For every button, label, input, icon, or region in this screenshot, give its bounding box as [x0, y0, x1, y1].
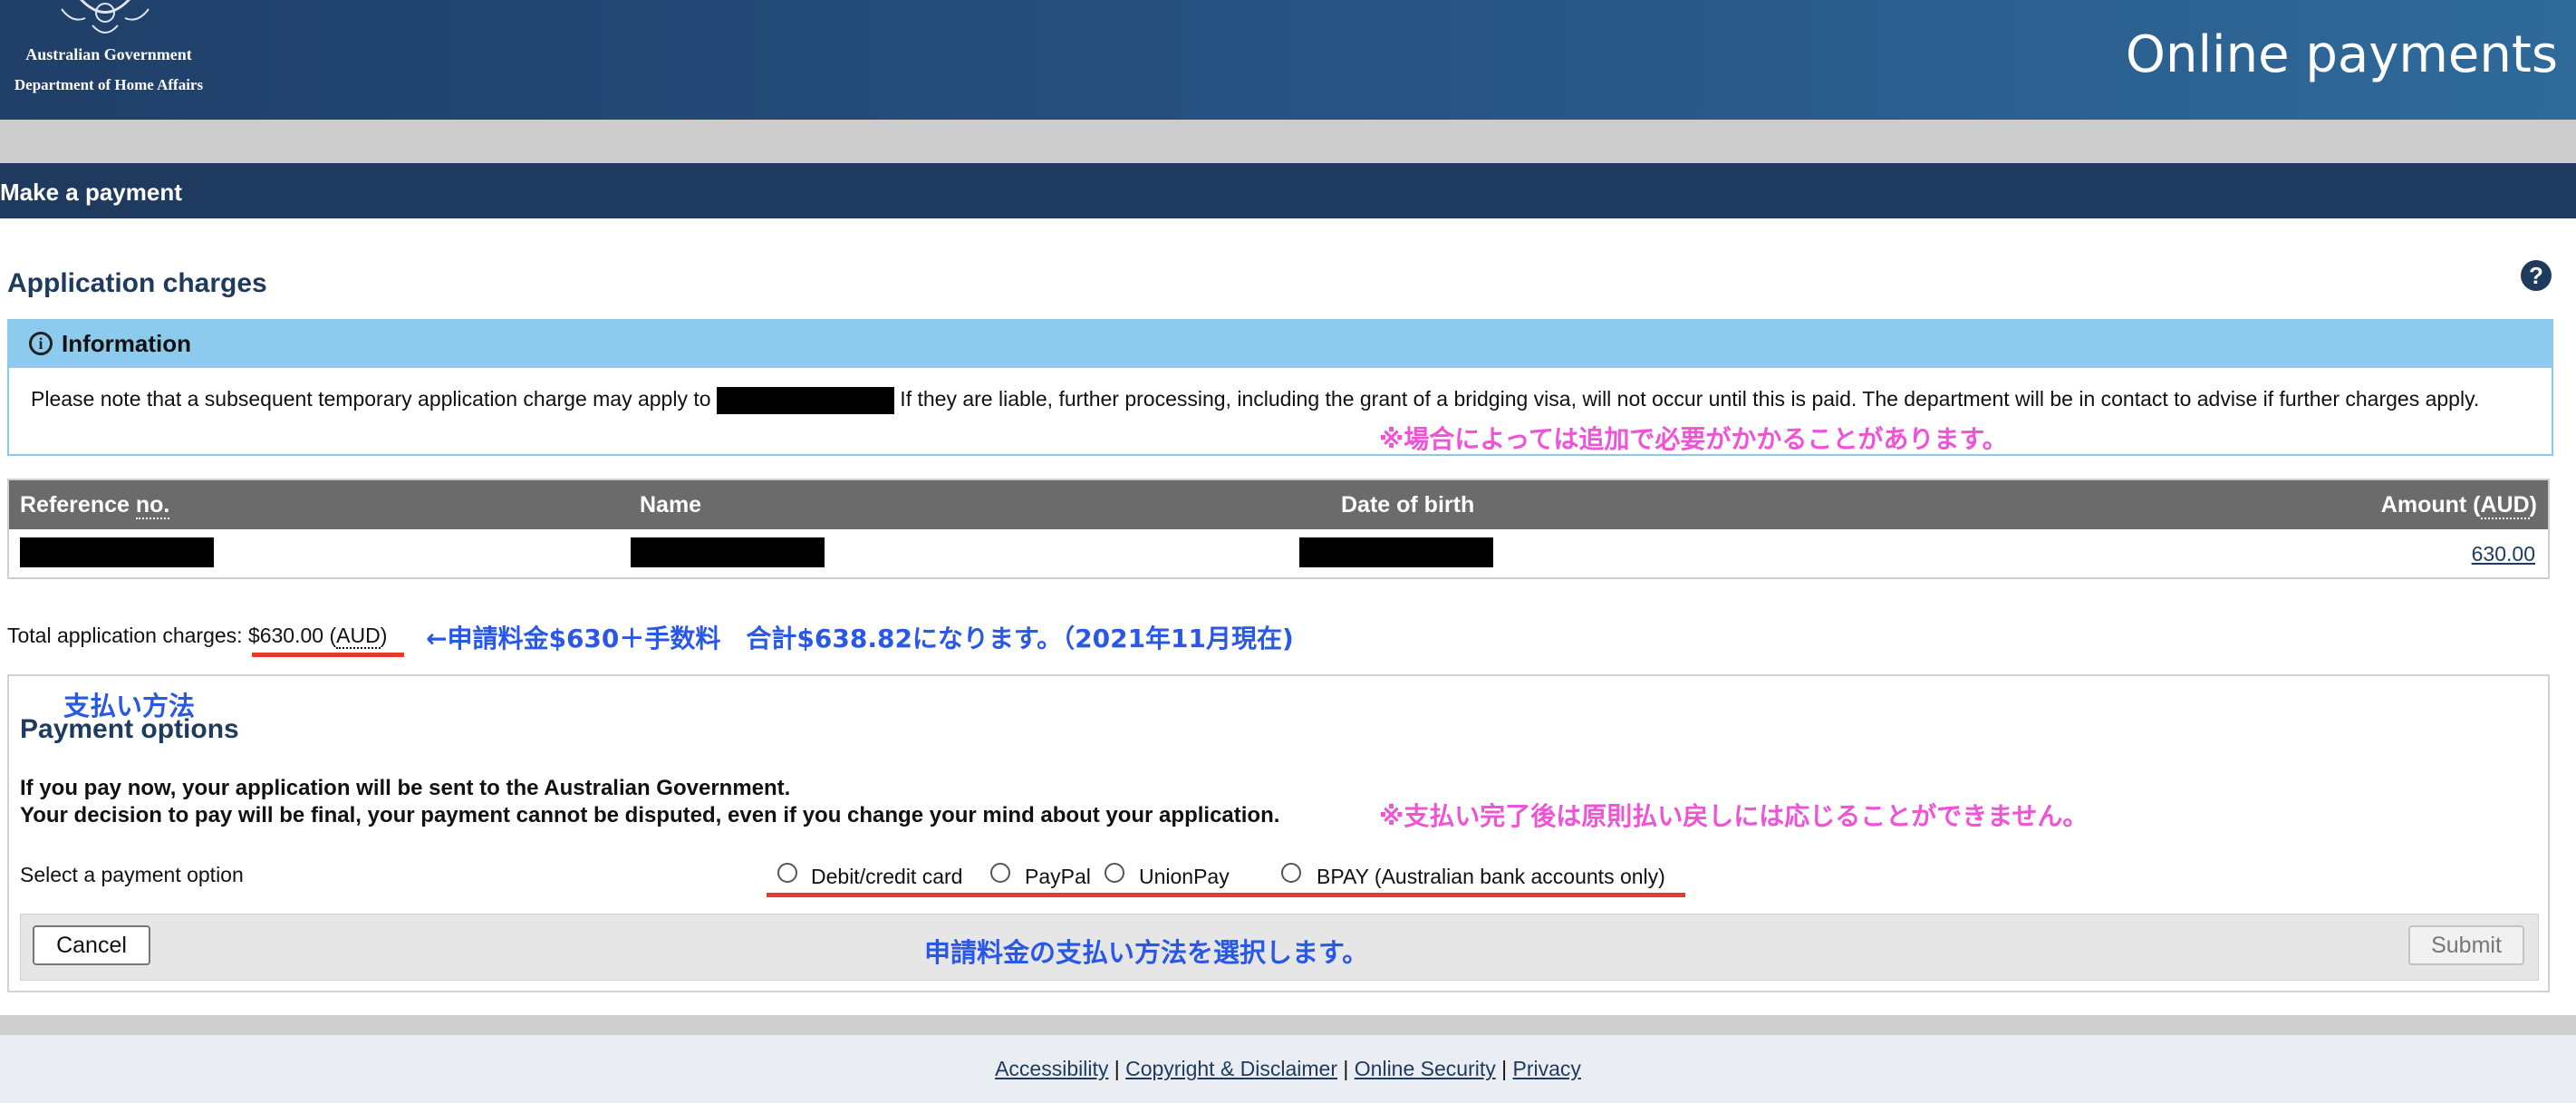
label-unionpay[interactable]: UnionPay — [1139, 865, 1230, 889]
redacted-name — [716, 386, 894, 414]
extra-charge-annotation: ※場合によっては追加で必要がかかることがあります。 — [1379, 424, 2008, 454]
redacted-reference — [20, 537, 214, 567]
payment-warning-1: If you pay now, your application will be… — [20, 776, 791, 800]
amount-link[interactable]: 630.00 — [2472, 542, 2535, 566]
page-title-bar: Make a payment — [0, 163, 2576, 218]
redacted-dob — [1299, 537, 1493, 567]
label-debit-credit-card[interactable]: Debit/credit card — [811, 865, 962, 889]
footer-link-privacy[interactable]: Privacy — [1513, 1057, 1581, 1080]
footer-separator: | — [1501, 1057, 1508, 1080]
payment-warning-2: Your decision to pay will be final, your… — [20, 803, 1280, 827]
footer-separator: | — [1114, 1057, 1120, 1080]
radio-debit-credit-card[interactable] — [777, 863, 797, 883]
footer-link-accessibility[interactable]: Accessibility — [995, 1057, 1108, 1080]
site-footer: Accessibility | Copyright & Disclaimer |… — [0, 1035, 2576, 1103]
department-name: Department of Home Affairs — [14, 76, 204, 93]
column-reference: Reference no. — [20, 492, 170, 519]
header-divider — [0, 120, 2576, 163]
column-amount: Amount (AUD) — [2380, 492, 2537, 519]
total-charges: Total application charges: $630.00 (AUD) — [7, 624, 388, 649]
question-mark-icon[interactable]: ? — [2521, 260, 2552, 291]
total-underline — [252, 653, 404, 657]
total-label-text: Total application charges: — [7, 624, 248, 647]
column-date-of-birth: Date of birth — [1341, 492, 1475, 518]
redacted-name-cell — [631, 537, 825, 567]
page-title: Make a payment — [0, 179, 182, 206]
info-icon: i — [29, 332, 53, 355]
charges-table: Reference no. Name Date of birth Amount … — [7, 479, 2550, 579]
information-panel: i Information Please note that a subsequ… — [7, 319, 2553, 456]
footer-divider — [0, 1015, 2576, 1035]
total-annotation: ←申請料金$630＋手数料 合計$638.82になります。（2021年11月現在… — [426, 624, 1294, 653]
footer-links: Accessibility | Copyright & Disclaimer |… — [0, 1057, 2576, 1081]
select-payment-label: Select a payment option — [20, 863, 244, 886]
application-charges-title: Application charges — [7, 268, 267, 298]
site-title: Online payments — [2125, 25, 2558, 84]
footer-link-online-security[interactable]: Online Security — [1355, 1057, 1496, 1080]
footer-link-copyright[interactable]: Copyright & Disclaimer — [1125, 1057, 1337, 1080]
payment-options-title: Payment options — [20, 714, 239, 744]
cancel-button[interactable]: Cancel — [33, 925, 150, 965]
select-method-annotation: 申請料金の支払い方法を選択します。 — [924, 937, 1369, 968]
info-text-after: If they are liable, further processing, … — [893, 387, 2480, 411]
information-text: Please note that a subsequent temporary … — [31, 386, 2513, 414]
info-text-before: Please note that a subsequent temporary … — [31, 387, 711, 411]
coat-of-arms-logo — [61, 0, 150, 34]
column-name: Name — [640, 492, 702, 518]
radio-paypal[interactable] — [990, 863, 1010, 883]
label-paypal[interactable]: PayPal — [1025, 865, 1091, 889]
label-bpay[interactable]: BPAY (Australian bank accounts only) — [1317, 865, 1665, 889]
no-refund-annotation: ※支払い完了後は原則払い戻しには応じることができません。 — [1379, 801, 2089, 831]
footer-separator: | — [1343, 1057, 1349, 1080]
table-header: Reference no. Name Date of birth Amount … — [9, 480, 2548, 529]
total-value: $630.00 ( — [247, 624, 337, 647]
information-header: i Information — [9, 321, 2552, 368]
government-name: Australian Government — [25, 45, 192, 63]
payment-options-underline — [767, 893, 1685, 897]
radio-bpay[interactable] — [1281, 863, 1301, 883]
submit-button[interactable]: Submit — [2408, 925, 2524, 965]
radio-unionpay[interactable] — [1105, 863, 1124, 883]
information-title: Information — [62, 330, 191, 357]
site-header: Australian Government Department of Home… — [0, 0, 2576, 120]
